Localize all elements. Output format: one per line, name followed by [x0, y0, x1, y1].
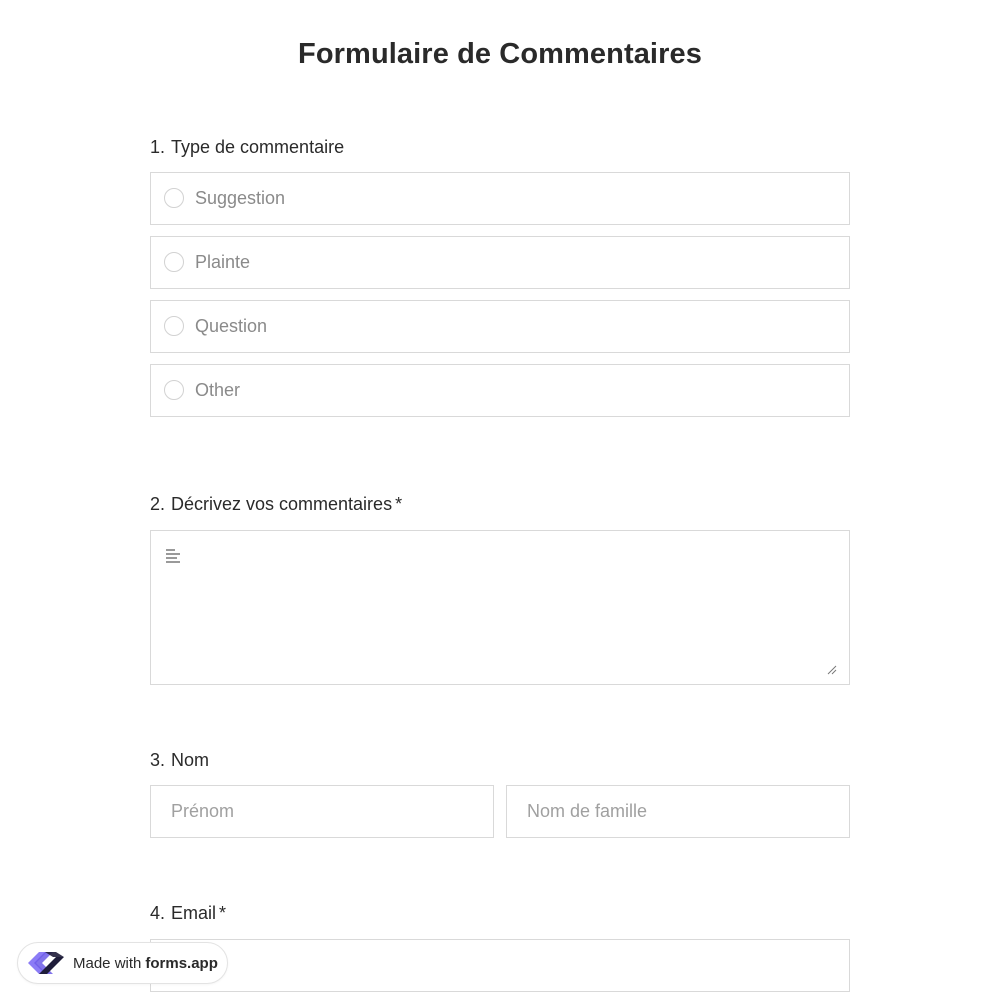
question-4-label: 4. Email * — [150, 903, 226, 924]
badge-brand: forms.app — [145, 954, 218, 972]
question-number: 4. — [150, 903, 166, 923]
question-text: Email — [171, 903, 217, 923]
badge-prefix: Made with — [73, 954, 142, 972]
form-title: Formulaire de Commentaires — [298, 38, 702, 70]
option-plainte[interactable]: Plainte — [150, 236, 850, 289]
email-input[interactable] — [150, 939, 850, 992]
question-number: 3. — [150, 750, 166, 770]
option-label: Plainte — [195, 252, 251, 272]
last-name-input[interactable] — [506, 785, 850, 838]
radio-empty-icon[interactable] — [164, 315, 184, 336]
comments-textarea[interactable] — [150, 530, 850, 685]
question-number: 2. — [150, 494, 166, 514]
made-with-badge[interactable]: Made with forms.app — [17, 942, 228, 984]
option-label: Other — [195, 380, 241, 400]
question-1-label: 1. Type de commentaire — [150, 137, 344, 158]
question-number: 1. — [150, 137, 166, 157]
required-marker: * — [395, 494, 403, 514]
resize-handle-icon[interactable] — [827, 665, 837, 675]
required-marker: * — [219, 903, 227, 923]
radio-empty-icon[interactable] — [164, 251, 184, 272]
option-label: Suggestion — [195, 188, 286, 208]
question-text: Type de commentaire — [171, 137, 345, 157]
question-text: Nom — [171, 750, 210, 770]
question-text: Décrivez vos commentaires — [171, 494, 393, 514]
radio-empty-icon[interactable] — [164, 187, 184, 208]
question-3-label: 3. Nom — [150, 750, 209, 771]
badge-text: Made with forms.app — [73, 955, 218, 972]
forms-app-logo-icon — [28, 952, 64, 974]
first-name-input[interactable] — [150, 785, 494, 838]
option-suggestion[interactable]: Suggestion — [150, 172, 850, 225]
question-2-label: 2. Décrivez vos commentaires * — [150, 494, 402, 515]
text-lines-icon — [166, 549, 182, 563]
option-question[interactable]: Question — [150, 300, 850, 353]
radio-empty-icon[interactable] — [164, 379, 184, 400]
option-other[interactable]: Other — [150, 364, 850, 417]
option-label: Question — [195, 316, 268, 336]
